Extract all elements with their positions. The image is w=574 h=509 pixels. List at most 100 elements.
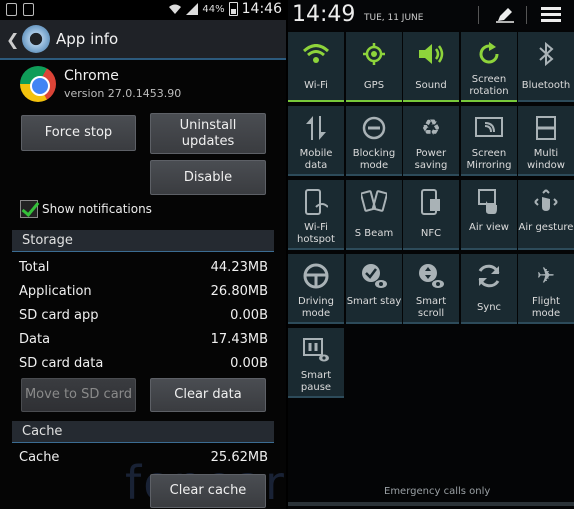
tile-mobile-data[interactable]: Mobile data	[288, 106, 344, 176]
battery-icon	[228, 2, 238, 16]
tile-label: Driving mode	[298, 296, 334, 319]
flight-mode-icon: ✈	[536, 263, 556, 289]
sync-icon	[461, 260, 517, 292]
signal-icon	[186, 3, 199, 15]
tile-label: Wi-Fi	[304, 80, 328, 91]
chrome-logo-icon	[20, 66, 56, 102]
gps-icon	[346, 38, 402, 70]
tile-label: NFC	[420, 228, 442, 239]
menu-list-icon[interactable]	[541, 7, 561, 23]
settings-gear-icon[interactable]	[22, 25, 50, 53]
tile-smart-pause[interactable]: Smart pause	[288, 328, 344, 398]
back-icon[interactable]: ❮	[6, 30, 19, 49]
storage-row-application: Application 26.80MB	[19, 280, 268, 302]
tile-sync[interactable]: Sync	[461, 254, 517, 324]
row-label: Total	[19, 259, 50, 275]
quick-settings-panel: 14:49 TUE, 11 JUNE Wi-Fi GPS Sound Scree…	[288, 0, 574, 509]
row-label: Application	[19, 283, 92, 299]
panel-drag-handle[interactable]	[288, 502, 574, 506]
driving-mode-icon	[288, 260, 344, 292]
smart-stay-icon	[346, 260, 402, 292]
tile-label: Bluetooth	[521, 80, 571, 91]
tile-multi-window[interactable]: Multi window	[518, 106, 574, 176]
tile-bluetooth[interactable]: Bluetooth	[518, 32, 574, 102]
power-saving-icon: ♻	[421, 115, 441, 141]
wifi-status-icon	[169, 4, 182, 14]
smart-pause-icon	[288, 334, 344, 366]
air-gesture-icon	[518, 186, 574, 218]
tile-wifi[interactable]: Wi-Fi	[288, 32, 344, 102]
row-label: Data	[19, 331, 51, 347]
screen-rotation-icon	[461, 38, 517, 70]
tile-air-view[interactable]: Air view	[461, 180, 517, 250]
tile-blocking-mode[interactable]: Blocking mode	[346, 106, 402, 176]
show-notifications-checkbox[interactable]	[20, 200, 38, 218]
tile-screen-mirroring[interactable]: Screen Mirroring	[461, 106, 517, 176]
status-bar: 44% 14:46	[0, 0, 286, 20]
tile-flight-mode[interactable]: ✈ Flight mode	[518, 254, 574, 324]
tile-wifi-hotspot[interactable]: Wi-Fi hotspot	[288, 180, 344, 250]
sound-icon	[403, 38, 459, 70]
disable-button[interactable]: Disable	[150, 160, 266, 195]
uninstall-updates-button[interactable]: Uninstall updates	[150, 113, 266, 154]
row-value: 44.23MB	[210, 259, 268, 275]
wifi-icon	[288, 38, 344, 70]
row-label: SD card app	[19, 307, 99, 323]
tile-label: Wi-Fi hotspot	[297, 222, 335, 245]
storage-row-data: Data 17.43MB	[19, 328, 268, 350]
cache-header: Cache	[12, 421, 274, 443]
row-label: Cache	[19, 449, 60, 465]
divider	[478, 6, 479, 24]
tile-power-saving[interactable]: ♻ Power saving	[403, 106, 459, 176]
notification-icon	[6, 3, 17, 16]
storage-header: Storage	[12, 230, 274, 252]
file-icon	[23, 3, 34, 16]
tile-label: Flight mode	[531, 296, 561, 319]
page-title: App info	[56, 30, 119, 48]
force-stop-button[interactable]: Force stop	[21, 115, 136, 151]
row-value: 26.80MB	[210, 283, 268, 299]
tile-label: Air view	[469, 222, 509, 233]
storage-row-total: Total 44.23MB	[19, 256, 268, 278]
tile-driving-mode[interactable]: Driving mode	[288, 254, 344, 324]
app-header: Chrome version 27.0.1453.90	[0, 62, 286, 106]
app-info-screen: 44% 14:46 ❮ App info Chrome version 27.0…	[0, 0, 286, 509]
tile-label: GPS	[363, 80, 385, 91]
app-version: version 27.0.1453.90	[64, 87, 182, 100]
edit-pencil-icon[interactable]	[496, 7, 514, 23]
panel-date: TUE, 11 JUNE	[364, 13, 424, 23]
tile-label: Screen rotation	[469, 74, 509, 97]
tile-label: Air gesture	[518, 222, 574, 233]
nfc-icon	[403, 186, 459, 218]
row-value: 17.43MB	[210, 331, 268, 347]
tile-label: Blocking mode	[352, 148, 396, 171]
row-label: SD card data	[19, 355, 104, 371]
s-beam-icon	[346, 186, 402, 218]
tile-screen-rotation[interactable]: Screen rotation	[461, 32, 517, 102]
emergency-calls-text: Emergency calls only	[384, 486, 491, 497]
tile-label: Sound	[415, 80, 447, 91]
divider	[526, 6, 527, 24]
clear-cache-button[interactable]: Clear cache	[150, 474, 266, 508]
tile-nfc[interactable]: NFC	[403, 180, 459, 250]
tile-label: Screen Mirroring	[466, 148, 512, 171]
tile-gps[interactable]: GPS	[346, 32, 402, 102]
row-value: 0.00B	[230, 355, 268, 371]
show-notifications-row[interactable]: Show notifications	[20, 200, 152, 218]
storage-row-sd-card-data: SD card data 0.00B	[19, 352, 268, 374]
clear-data-button[interactable]: Clear data	[150, 378, 266, 412]
blocking-mode-icon	[346, 112, 402, 144]
battery-percent: 44%	[202, 3, 225, 15]
bluetooth-icon	[518, 38, 574, 70]
tile-smart-stay[interactable]: Smart stay	[346, 254, 402, 324]
tile-smart-scroll[interactable]: Smart scroll	[403, 254, 459, 324]
smart-scroll-icon	[403, 260, 459, 292]
multi-window-icon	[518, 112, 574, 144]
wifi-hotspot-icon	[288, 186, 344, 218]
mobile-data-icon	[288, 112, 344, 144]
tile-sound[interactable]: Sound	[403, 32, 459, 102]
tile-air-gesture[interactable]: Air gesture	[518, 180, 574, 250]
show-notifications-label: Show notifications	[42, 202, 152, 216]
move-to-sd-card-button[interactable]: Move to SD card	[21, 378, 136, 412]
tile-s-beam[interactable]: S Beam	[346, 180, 402, 250]
